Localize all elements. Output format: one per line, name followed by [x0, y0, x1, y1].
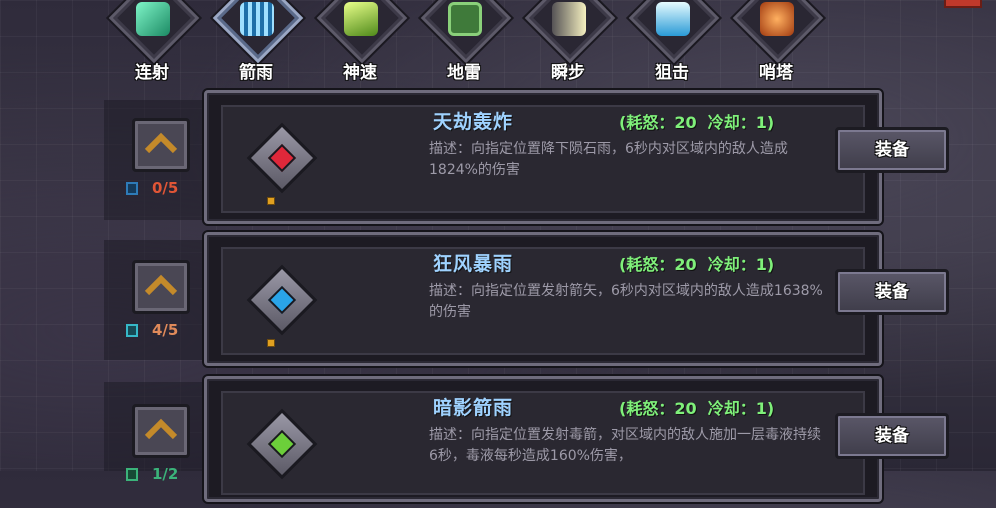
- skill-row: 1/2 暗影箭雨 (耗怒：20 冷却：1) 描述：向指定位置发射毒箭，对区域内的…: [104, 376, 949, 508]
- equip-button[interactable]: 装备: [835, 127, 949, 173]
- tab-arrow-rain[interactable]: 箭雨: [204, 0, 304, 83]
- arrow-rain-icon: [240, 2, 274, 36]
- tab-landmine[interactable]: 地雷: [412, 0, 512, 83]
- skill-gem-icon: [246, 122, 318, 194]
- skill-level: 1/2: [126, 464, 206, 484]
- skill-category-bar: 连射 箭雨 神速 地雷 瞬步 狙击 哨塔: [100, 0, 860, 83]
- chevron-up-icon: [144, 274, 178, 296]
- skill-book-icon: [126, 181, 138, 195]
- spark-icon: [267, 197, 275, 205]
- multishot-icon: [136, 2, 170, 36]
- landmine-icon: [448, 2, 482, 36]
- skill-card: 狂风暴雨 (耗怒：20 冷却：1) 描述：向指定位置发射箭矢，6秒内对区域内的敌…: [204, 232, 949, 366]
- snipe-icon: [656, 2, 690, 36]
- skill-gem-icon: [246, 408, 318, 480]
- skill-description: 描述：向指定位置发射箭矢，6秒内对区域内的敌人造成1638%的伤害: [429, 283, 823, 320]
- skill-book-icon: [126, 467, 138, 481]
- chevron-up-icon: [144, 132, 178, 154]
- tab-label: 连射: [135, 63, 169, 83]
- skill-stats: (耗怒：20 冷却：1): [619, 399, 775, 418]
- tab-snipe[interactable]: 狙击: [620, 0, 720, 83]
- spark-icon: [267, 339, 275, 347]
- swift-icon: [344, 2, 378, 36]
- gem-core: [267, 429, 297, 459]
- level-value: 0/5: [152, 179, 179, 197]
- close-corner[interactable]: [944, 0, 982, 8]
- skill-level: 0/5: [126, 178, 206, 198]
- skill-stats: (耗怒：20 冷却：1): [619, 113, 775, 132]
- equip-button[interactable]: 装备: [835, 269, 949, 315]
- skill-name: 天劫轰炸: [433, 111, 514, 133]
- sentry-tower-icon: [760, 2, 794, 36]
- skill-level: 4/5: [126, 320, 206, 340]
- chevron-up-icon: [144, 418, 178, 440]
- gem-core: [267, 285, 297, 315]
- tab-label: 瞬步: [551, 63, 585, 83]
- upgrade-button[interactable]: [132, 404, 190, 458]
- level-value: 4/5: [152, 321, 179, 339]
- tab-multishot[interactable]: 连射: [100, 0, 200, 83]
- tab-label: 神速: [343, 63, 377, 83]
- tab-label: 地雷: [447, 63, 481, 83]
- tab-sentry-tower[interactable]: 哨塔: [724, 0, 824, 83]
- blink-icon: [552, 2, 586, 36]
- level-value: 1/2: [152, 465, 179, 483]
- tab-label: 狙击: [655, 63, 689, 83]
- tab-swift[interactable]: 神速: [308, 0, 408, 83]
- skill-gem-icon: [246, 264, 318, 336]
- gem-core: [267, 143, 297, 173]
- skill-book-icon: [126, 323, 138, 337]
- skill-stats: (耗怒：20 冷却：1): [619, 255, 775, 274]
- tab-label: 箭雨: [239, 63, 273, 83]
- upgrade-button[interactable]: [132, 118, 190, 172]
- skill-description: 描述：向指定位置降下陨石雨，6秒内对区域内的敌人造成1824%的伤害: [429, 141, 788, 178]
- tab-blink[interactable]: 瞬步: [516, 0, 616, 83]
- skill-name: 狂风暴雨: [433, 253, 514, 275]
- skill-card: 暗影箭雨 (耗怒：20 冷却：1) 描述：向指定位置发射毒箭，对区域内的敌人施加…: [204, 376, 949, 502]
- skill-description: 描述：向指定位置发射毒箭，对区域内的敌人施加一层毒液持续6秒，毒液每秒造成160…: [429, 427, 821, 464]
- skill-card: 天劫轰炸 (耗怒：20 冷却：1) 描述：向指定位置降下陨石雨，6秒内对区域内的…: [204, 90, 949, 224]
- skill-row: 0/5 天劫轰炸 (耗怒：20 冷却：1) 描述：向指定位置降下陨石雨，6秒内对…: [104, 90, 949, 224]
- upgrade-button[interactable]: [132, 260, 190, 314]
- skill-row: 4/5 狂风暴雨 (耗怒：20 冷却：1) 描述：向指定位置发射箭矢，6秒内对区…: [104, 232, 949, 366]
- equip-button[interactable]: 装备: [835, 413, 949, 459]
- tab-label: 哨塔: [759, 63, 793, 83]
- skill-name: 暗影箭雨: [433, 397, 514, 419]
